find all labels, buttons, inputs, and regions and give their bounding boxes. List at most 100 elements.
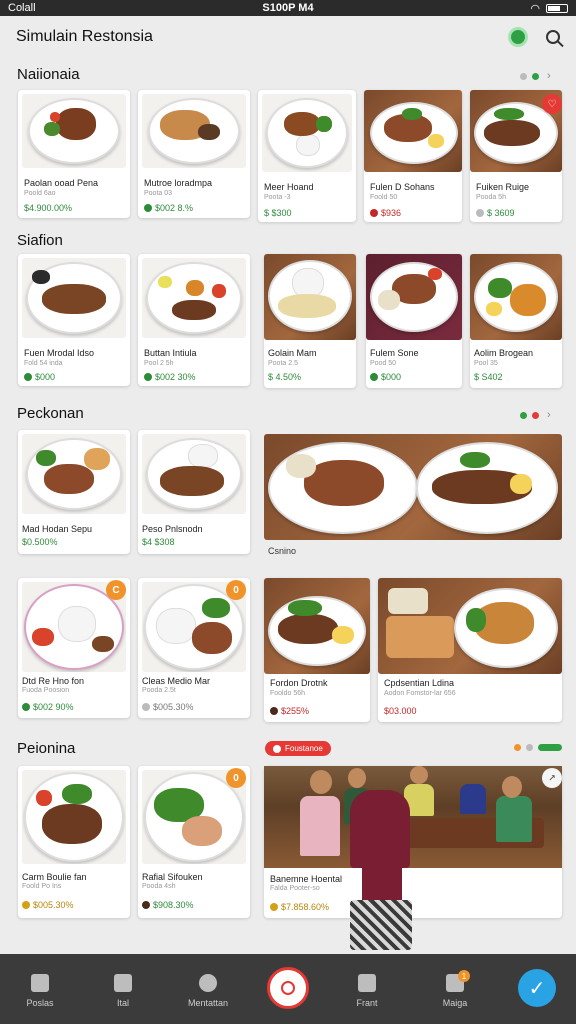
home-icon	[31, 974, 49, 992]
green-status-icon[interactable]	[508, 27, 528, 47]
globe-icon	[199, 974, 217, 992]
card-subtitle: Aodon Fomstor-lar 656	[384, 690, 456, 697]
card-price: $000	[370, 372, 401, 382]
menu-card[interactable]: Fordon Drotnk Fooldo 56h $255%	[264, 578, 370, 722]
card-subtitle: Poold 6ao	[24, 190, 56, 197]
card-price: $908.30%	[142, 900, 194, 910]
offer-badge-icon[interactable]: 0	[226, 768, 246, 788]
page-title: Simulain Restonsia	[16, 28, 153, 45]
menu-card[interactable]: Golain Mam Poota 2.5 $ 4.50%	[264, 254, 356, 388]
nav-saved[interactable]: Frant	[332, 974, 402, 1008]
card-title: Fuiken Ruige	[476, 182, 530, 192]
card-subtitle: Fuoda Poosion	[22, 687, 70, 694]
menu-card[interactable]: Buttan Intiula Pool 2 5h $002 30%	[138, 254, 250, 386]
menu-card[interactable]: Mad Hodan Sepu $0.500%	[18, 430, 130, 554]
dish-image	[22, 258, 126, 338]
chevron-right-icon: ›	[547, 409, 551, 421]
section-title-2: Siafion	[17, 232, 63, 249]
card-subtitle: Pooda 4sh	[142, 883, 176, 890]
menu-card[interactable]: Mutroe loradmpa Poota 03 $002 8.%	[138, 90, 250, 218]
menu-card[interactable]: Meer Hoand Poota -3 $ $300	[258, 90, 356, 222]
nav-camera[interactable]: Ital	[88, 974, 158, 1008]
card-price: $002 8.%	[144, 203, 193, 213]
dish-image	[142, 94, 246, 168]
favorite-badge-icon[interactable]: ♡	[542, 94, 562, 114]
dish-image	[378, 578, 562, 674]
card-subtitle: Pool 35	[474, 360, 498, 367]
menu-card[interactable]: Fuen Mrodal Idso Fold 54 inda $000	[18, 254, 130, 386]
card-price: $ 3609	[476, 208, 515, 218]
card-title: Rafial Sifouken	[142, 872, 203, 882]
bookmark-icon	[358, 974, 376, 992]
menu-card[interactable]: ♡ Fuiken Ruige Pooda 5h $ 3609	[470, 90, 562, 222]
card-price: $936	[370, 208, 401, 218]
card-price: $000	[24, 372, 55, 382]
card-title: Buttan Intiula	[144, 348, 197, 358]
menu-card[interactable]: Carm Boulie fan Foold Po Ins $005.30%	[18, 766, 130, 918]
card-title: Mutroe loradmpa	[144, 178, 213, 188]
offer-badge-icon[interactable]: 0	[226, 580, 246, 600]
featured-dish-image[interactable]	[264, 434, 562, 540]
card-price: $002 90%	[22, 702, 74, 712]
promo-pill[interactable]: Foustanoe	[265, 741, 331, 756]
menu-card[interactable]: 0 Rafial Sifouken Pooda 4sh $908.30%	[138, 766, 250, 918]
card-title: Banemne Hoental	[270, 874, 343, 884]
chevron-right-icon: ›	[547, 70, 551, 82]
card-subtitle: Poota 2.5	[268, 360, 298, 367]
dish-image	[22, 94, 126, 168]
carousel-indicator[interactable]: ›	[520, 409, 551, 421]
card-subtitle: Pooda 5h	[476, 194, 506, 201]
section-title-3: Peckonan	[17, 405, 84, 422]
menu-card[interactable]: Cpdsentian Ldina Aodon Fomstor-lar 656 $…	[378, 578, 562, 722]
nav-home[interactable]: Poslas	[5, 974, 75, 1008]
card-price: $4.900.00%	[24, 203, 73, 213]
status-bar: Colall S100P M4 ◠	[0, 0, 576, 16]
card-title: Paolan ooad Pena	[24, 178, 99, 188]
dish-image	[470, 254, 562, 340]
menu-card[interactable]: 0 Cleas Medio Mar Pooda 2.5t $005.30%	[138, 578, 250, 718]
carousel-indicator[interactable]: ›	[520, 70, 551, 82]
camera-icon	[114, 974, 132, 992]
menu-card[interactable]: C Dtd Re Hno fon Fuoda Poosion $002 90%	[18, 578, 130, 718]
dish-image	[22, 434, 126, 514]
status-center-text: S100P M4	[262, 2, 314, 14]
dish-image	[262, 94, 352, 172]
menu-card[interactable]: Peso Pnlsnodn $4 $308	[138, 430, 250, 554]
dish-image	[142, 258, 246, 338]
card-title: Cleas Medio Mar	[142, 676, 211, 686]
promo-icon	[273, 744, 281, 753]
menu-card[interactable]: Fulem Sone Pood 50 $000	[366, 254, 462, 388]
card-price: $03.000	[384, 706, 417, 716]
card-subtitle: Pool 2 5h	[144, 360, 174, 367]
location-pin-icon	[281, 981, 295, 995]
nav-explore[interactable]: Mentattan	[173, 974, 243, 1008]
card-title: Peso Pnlsnodn	[142, 524, 203, 534]
app-header: Simulain Restonsia	[0, 16, 576, 58]
featured-caption: Csnino	[268, 546, 297, 556]
card-title: Fuen Mrodal Idso	[24, 348, 95, 358]
card-subtitle: Fold 54 inda	[24, 360, 63, 367]
card-subtitle: Pood 50	[370, 360, 397, 367]
search-icon[interactable]	[546, 30, 560, 44]
card-price: $ $300	[264, 208, 292, 218]
dish-image	[22, 770, 126, 864]
card-price: $255%	[270, 706, 309, 716]
menu-card[interactable]: Fulen D Sohans Foold 50 $936	[364, 90, 462, 222]
offer-badge-icon[interactable]: C	[106, 580, 126, 600]
card-subtitle: Foold 50	[370, 194, 398, 201]
share-icon[interactable]: ↗	[542, 768, 562, 788]
check-icon: ✓	[528, 977, 546, 1000]
menu-card[interactable]: Paolan ooad Pena Poold 6ao $4.900.00%	[18, 90, 130, 218]
nav-messages[interactable]: 1 Maiga	[420, 970, 490, 1008]
card-title: Cpdsentian Ldina	[384, 678, 455, 688]
check-button[interactable]: ✓	[518, 969, 556, 1007]
card-subtitle: Falda Pooter-so	[270, 885, 320, 892]
carousel-indicator[interactable]	[514, 744, 562, 751]
nav-location-button[interactable]	[267, 967, 309, 1009]
card-title: Golain Mam	[268, 348, 317, 358]
menu-card[interactable]: Aolim Brogean Pool 35 $ S402	[470, 254, 562, 388]
card-price: $005.30%	[142, 702, 194, 712]
messages-icon: 1	[446, 970, 470, 992]
card-price: $0.500%	[22, 537, 58, 547]
dish-image	[142, 434, 246, 514]
